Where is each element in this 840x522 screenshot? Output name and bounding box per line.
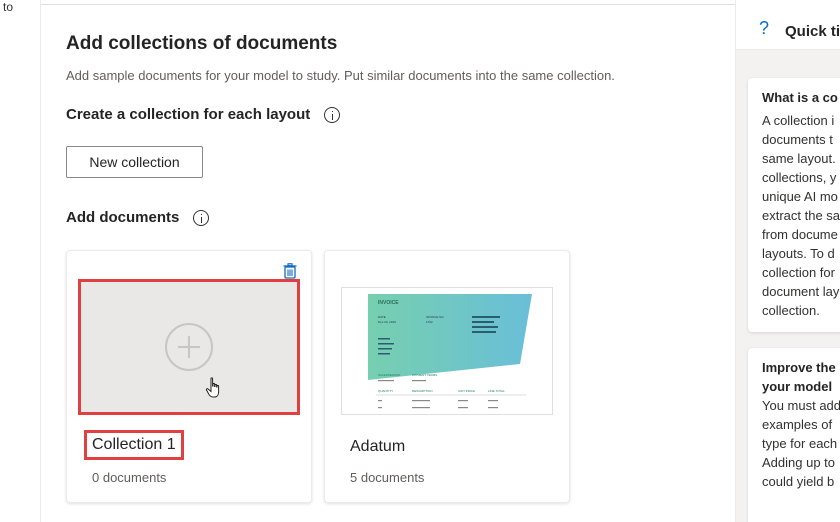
invoice-salesperson: SALESPERSON: [378, 373, 400, 377]
new-collection-button[interactable]: New collection: [66, 146, 203, 178]
tip-text: You must add: [762, 398, 840, 413]
invoice-preview: INVOICE DATE Dec 20, 2019 INVOICE NO 170…: [368, 294, 532, 409]
hand-pointer-icon: [205, 377, 220, 398]
info-icon[interactable]: [324, 106, 341, 123]
tip-heading: What is a co: [762, 90, 838, 105]
invoice-date-value: Dec 20, 2019: [378, 320, 396, 324]
tip-card: Improve the your model You must add exam…: [748, 348, 840, 522]
document-count: 0 documents: [92, 470, 167, 485]
tip-text: Adding up to: [762, 455, 836, 470]
invoice-col-unit-price: UNIT PRICE: [458, 389, 475, 393]
invoice-payment-terms: PAYMENT TERMS: [412, 373, 437, 377]
add-documents-heading-text: Add documents: [66, 209, 180, 226]
page-title: Add collections of documents: [66, 33, 338, 54]
invoice-date-label: DATE: [378, 315, 386, 319]
tip-text: from docume: [762, 227, 838, 242]
collection-name[interactable]: Collection 1: [84, 430, 184, 460]
trash-icon[interactable]: [283, 263, 297, 279]
tip-text: extract the sa: [762, 208, 840, 223]
tip-text: A collection i: [762, 113, 835, 128]
main-content: Add collections of documents Add sample …: [41, 0, 735, 522]
invoice-col-quantity: QUANTITY: [378, 389, 393, 393]
tip-text: layouts. To d: [762, 246, 835, 261]
invoice-no-value: 1702: [426, 320, 433, 324]
info-icon[interactable]: [193, 209, 210, 226]
quick-tips-panel: ? Quick ti What is a co A collection i d…: [735, 0, 840, 522]
invoice-no-label: INVOICE NO: [426, 315, 444, 319]
add-documents-dropzone[interactable]: [78, 279, 300, 415]
invoice-thumbnail: INVOICE DATE Dec 20, 2019 INVOICE NO 170…: [341, 287, 553, 415]
collection-card[interactable]: INVOICE DATE Dec 20, 2019 INVOICE NO 170…: [324, 250, 570, 503]
tip-text: collection.: [762, 303, 820, 318]
tip-text: unique AI mo: [762, 189, 838, 204]
tip-heading: your model: [762, 379, 833, 394]
help-icon: ?: [759, 18, 770, 38]
collection-card[interactable]: Collection 1 0 documents: [66, 250, 312, 503]
quick-tips-header: ? Quick ti: [736, 0, 840, 50]
quick-tips-title: Quick ti: [785, 23, 840, 40]
left-nav-fragment: to: [3, 0, 14, 14]
tip-text: documents t: [762, 132, 833, 147]
tip-text: document lay: [762, 284, 840, 299]
add-icon: [165, 323, 213, 371]
left-nav-strip: to: [0, 0, 41, 522]
add-documents-heading: Add documents: [66, 209, 210, 226]
tip-text: type for each: [762, 436, 838, 451]
invoice-title: INVOICE: [378, 300, 399, 306]
tip-text: collection for: [762, 265, 835, 280]
create-collection-heading-text: Create a collection for each layout: [66, 106, 311, 123]
tip-text: collections, y: [762, 170, 837, 185]
collection-name[interactable]: Adatum: [350, 438, 405, 456]
tip-text: examples of: [762, 417, 833, 432]
document-count: 5 documents: [350, 470, 425, 485]
page-subtitle: Add sample documents for your model to s…: [66, 68, 615, 83]
tip-text: same layout.: [762, 151, 836, 166]
invoice-col-line-total: LINE TOTAL: [488, 389, 505, 393]
tip-text: could yield b: [762, 474, 835, 489]
create-collection-heading: Create a collection for each layout: [66, 106, 341, 123]
tip-heading: Improve the: [762, 360, 836, 375]
tip-card: What is a co A collection i documents t …: [748, 78, 840, 332]
invoice-col-description: DESCRIPTION: [412, 389, 433, 393]
